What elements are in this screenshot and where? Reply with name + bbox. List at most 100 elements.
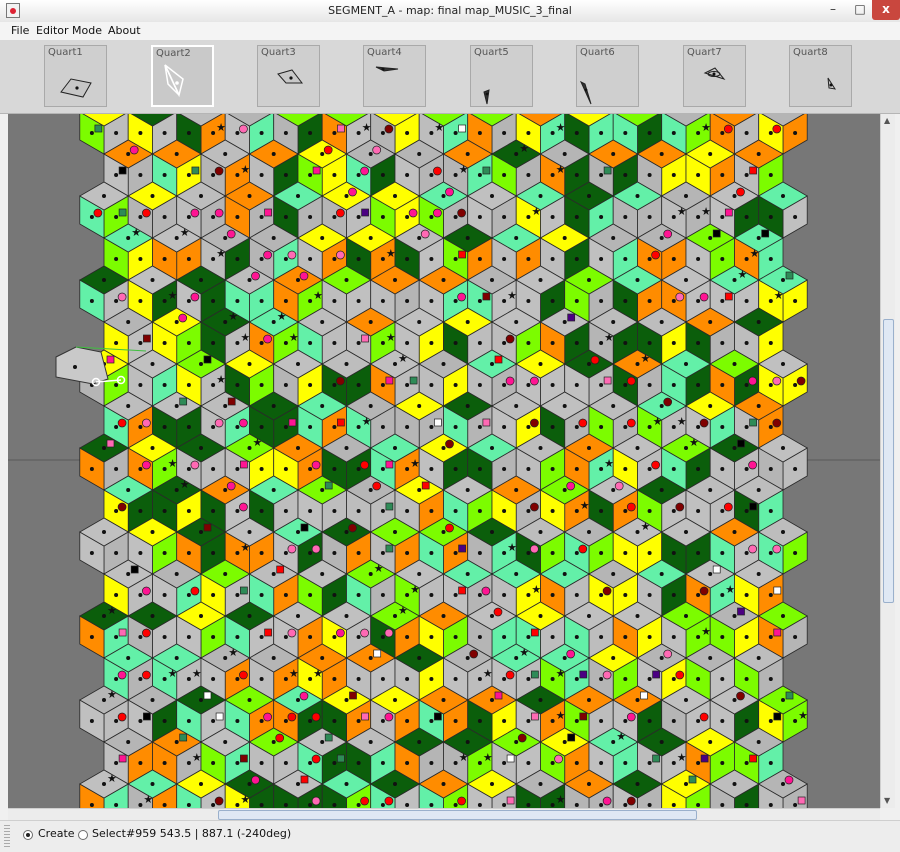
scroll-up-icon[interactable]: ▲ (884, 116, 890, 125)
square-marker (724, 208, 733, 217)
vertical-scrollbar[interactable]: ▲ ▼ (880, 114, 895, 808)
menu-about[interactable]: About (108, 24, 141, 37)
tile-center-dot (114, 761, 119, 765)
square-marker (458, 124, 466, 133)
menu-file[interactable]: File (11, 24, 29, 37)
tile-center-dot (138, 173, 143, 177)
tile-center-dot (308, 761, 313, 765)
tile-center-dot (380, 215, 385, 219)
horizontal-scroll-thumb[interactable] (218, 810, 697, 820)
tile-center-dot (114, 215, 119, 219)
tile-center-dot (623, 593, 628, 597)
tile-center-dot (441, 698, 446, 702)
tile-center-dot (429, 509, 434, 513)
create-mode-radio[interactable] (23, 830, 33, 840)
star-marker: ★ (531, 583, 541, 596)
create-mode-label[interactable]: Create (38, 827, 75, 840)
tile-center-dot (538, 278, 543, 282)
tile-center-dot (562, 740, 567, 744)
quart-tile-2[interactable]: Quart2 (151, 45, 214, 107)
square-marker (785, 691, 794, 700)
tile-center-dot (380, 719, 385, 723)
square-marker (421, 481, 430, 490)
close-button[interactable]: x (872, 0, 900, 20)
tile-center-dot (174, 572, 179, 576)
tile-center-dot (356, 761, 361, 765)
tile-center-dot (393, 614, 397, 618)
quart-tile-4[interactable]: Quart4 (363, 45, 426, 107)
square-marker (118, 628, 127, 637)
map-canvas[interactable]: ★ ★ ★ ★ ★ ★ ★ ★ ★ ★ ★ ★ ★ ★ ★ ★ ★ ★ ★ ★ ★ ★ ★ ★ ★ ★ ★ ★ ★ ★ ★ ★ ★ ★ ★ ★ ★ ★ ★ ★… (8, 114, 880, 808)
minimize-button[interactable]: – (820, 0, 846, 20)
tile-center-dot (502, 551, 507, 555)
quart-tile-3[interactable]: Quart3 (257, 45, 320, 107)
tile-center-dot (562, 152, 567, 156)
tile-center-dot (417, 404, 422, 408)
tile-center-dot (199, 782, 203, 786)
tile-center-dot (720, 467, 725, 471)
tile-center-dot (429, 257, 434, 261)
select-mode-radio[interactable] (78, 830, 88, 840)
tile-center-dot (89, 467, 94, 471)
tile-map[interactable]: ★ ★ ★ ★ ★★ ★★★★ ★★★ ★★ ★ ★★ ★ ★★★★★★★★ ★★★ ★★ ★★★★★ ★★★… (8, 114, 880, 808)
tile-center-dot (635, 782, 640, 786)
tile-center-dot (720, 341, 725, 345)
square-marker (506, 796, 515, 805)
tile-center-dot (696, 215, 701, 219)
tile-center-dot (283, 719, 288, 723)
square-marker (276, 565, 285, 574)
star-marker: ★ (725, 583, 735, 596)
quart-tile-8[interactable]: Quart8 (789, 45, 852, 107)
menu-editor[interactable]: Editor (36, 24, 69, 37)
tile-center-dot (587, 194, 591, 198)
square-marker (324, 733, 333, 742)
quart-tile-7[interactable]: Quart7 (683, 45, 746, 107)
tile-center-dot (186, 131, 191, 135)
menu-mode[interactable]: Mode (72, 24, 102, 37)
circle-marker (190, 208, 200, 218)
tile-center-dot (793, 719, 798, 723)
quart-tile-6[interactable]: Quart6 (576, 45, 639, 107)
tile-center-dot (720, 719, 725, 723)
tile-center-dot (199, 194, 203, 198)
circle-marker (517, 733, 527, 743)
select-mode-label[interactable]: Select (92, 827, 126, 840)
circle-marker (251, 271, 260, 281)
tile-center-dot (405, 341, 410, 345)
circle-marker (263, 712, 272, 722)
tile-center-dot (259, 635, 264, 639)
circle-marker (117, 670, 127, 680)
tile-center-dot (453, 467, 458, 471)
tile-center-dot (647, 761, 652, 765)
tile-center-dot (696, 551, 701, 555)
tile-center-dot (405, 635, 410, 639)
tile-center-dot (490, 278, 494, 282)
tile-center-dot (344, 194, 349, 198)
square-marker (385, 460, 394, 469)
tile-center-dot (696, 803, 701, 807)
quart-tile-5[interactable]: Quart5 (470, 45, 533, 107)
tile-center-dot (283, 509, 288, 513)
tile-center-dot (162, 299, 167, 303)
tile-center-dot (574, 173, 579, 177)
quart-tile-1[interactable]: Quart1 (44, 45, 107, 107)
tile-center-dot (162, 173, 167, 177)
square-marker (761, 229, 770, 238)
tile-center-dot (332, 215, 337, 219)
square-marker (94, 124, 103, 133)
tile-center-dot (599, 719, 604, 723)
tile-center-dot (247, 278, 252, 282)
tile-center-dot (235, 509, 240, 513)
needle-shape-icon (579, 80, 592, 105)
tile-center-dot (102, 782, 106, 786)
tile-center-dot (405, 299, 410, 303)
vertical-scroll-thumb[interactable] (883, 319, 894, 603)
star-marker: ★ (362, 121, 372, 134)
tile-center-dot (247, 782, 252, 786)
star-marker: ★ (507, 541, 517, 554)
maximize-button[interactable]: □ (847, 0, 873, 20)
tile-center-dot (368, 152, 373, 156)
scroll-down-icon[interactable]: ▼ (884, 796, 890, 805)
tile-center-dot (768, 677, 773, 681)
square-marker (737, 439, 745, 448)
